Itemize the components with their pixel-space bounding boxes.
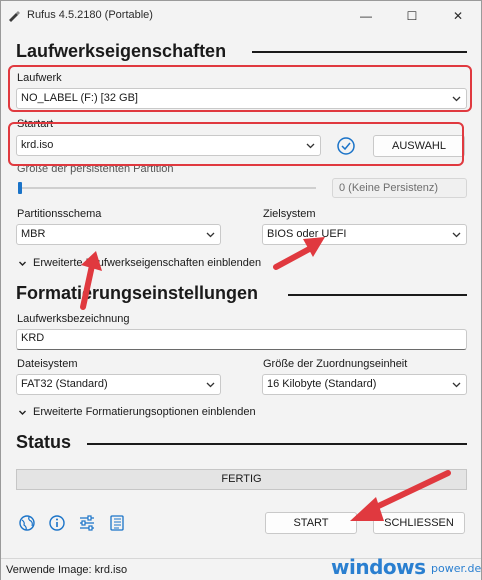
chevron-down-icon	[19, 410, 26, 415]
partition-scheme-select[interactable]: MBR	[16, 224, 221, 245]
highlight-box-device	[8, 65, 472, 112]
persistence-size-field: 0 (Keine Persistenz)	[332, 178, 467, 198]
cluster-size-select[interactable]: 16 Kilobyte (Standard)	[262, 374, 467, 395]
target-system-label: Zielsystem	[263, 208, 316, 220]
volume-label-label: Laufwerksbezeichnung	[17, 313, 130, 325]
advanced-format-options-toggle[interactable]: Erweiterte Formatierungsoptionen einblen…	[18, 406, 256, 418]
filesystem-select[interactable]: FAT32 (Standard)	[16, 374, 221, 395]
settings-sliders-icon[interactable]	[78, 514, 96, 532]
arrow-annotation	[350, 470, 451, 521]
usb-drive-icon	[9, 11, 20, 22]
rufus-window: Rufus 4.5.2180 (Portable) — ☐ ✕ Laufwerk…	[0, 0, 482, 580]
arrow-annotation	[80, 251, 102, 310]
globe-icon[interactable]	[18, 514, 36, 532]
arrow-annotation	[273, 237, 325, 270]
log-icon[interactable]	[108, 514, 126, 532]
window-title: Rufus 4.5.2180 (Portable)	[27, 9, 153, 21]
cluster-size-label: Größe der Zuordnungseinheit	[263, 358, 408, 370]
watermark-main-text: windows	[331, 555, 426, 579]
section-divider	[288, 294, 467, 296]
highlight-box-boot-selection	[8, 122, 464, 166]
title-bar: Rufus 4.5.2180 (Portable) — ☐ ✕	[1, 1, 481, 31]
filesystem-label: Dateisystem	[17, 358, 78, 370]
advanced-drive-properties-text: Erweiterte Laufwerkseigenschaften einble…	[33, 257, 262, 269]
chevron-down-icon	[206, 232, 215, 238]
start-button[interactable]: START	[265, 512, 357, 534]
volume-label-input[interactable]	[21, 332, 461, 344]
persistence-value: 0 (Keine Persistenz)	[339, 182, 439, 194]
advanced-drive-properties-toggle[interactable]: Erweiterte Laufwerkseigenschaften einble…	[18, 257, 261, 269]
section-divider	[87, 443, 467, 445]
status-heading: Status	[16, 432, 72, 452]
watermark-sub-text: power.de	[431, 562, 482, 575]
chevron-down-icon	[19, 261, 26, 266]
partition-scheme-label: Partitionsschema	[17, 208, 102, 220]
format-options-heading: Formatierungseinstellungen	[16, 283, 259, 303]
info-icon[interactable]	[48, 514, 66, 532]
persistence-slider-track[interactable]	[18, 187, 316, 189]
advanced-format-options-text: Erweiterte Formatierungsoptionen einblen…	[33, 406, 256, 418]
chevron-down-icon	[206, 382, 215, 388]
watermark-logo: windows power.de	[331, 555, 481, 579]
close-window-button[interactable]: ✕	[435, 1, 481, 31]
cluster-size-value: 16 Kilobyte (Standard)	[267, 378, 377, 390]
section-divider	[252, 51, 467, 53]
maximize-button[interactable]: ☐	[389, 1, 435, 31]
status-bar-text: Verwende Image: krd.iso	[6, 564, 128, 576]
chevron-down-icon	[452, 232, 461, 238]
volume-label-field[interactable]	[16, 329, 467, 350]
chevron-down-icon	[452, 382, 461, 388]
partition-scheme-value: MBR	[21, 228, 46, 240]
persistence-slider-thumb[interactable]	[18, 182, 22, 194]
minimize-button[interactable]: —	[343, 1, 389, 31]
drive-properties-heading: Laufwerkseigenschaften	[16, 41, 227, 61]
filesystem-value: FAT32 (Standard)	[21, 378, 108, 390]
